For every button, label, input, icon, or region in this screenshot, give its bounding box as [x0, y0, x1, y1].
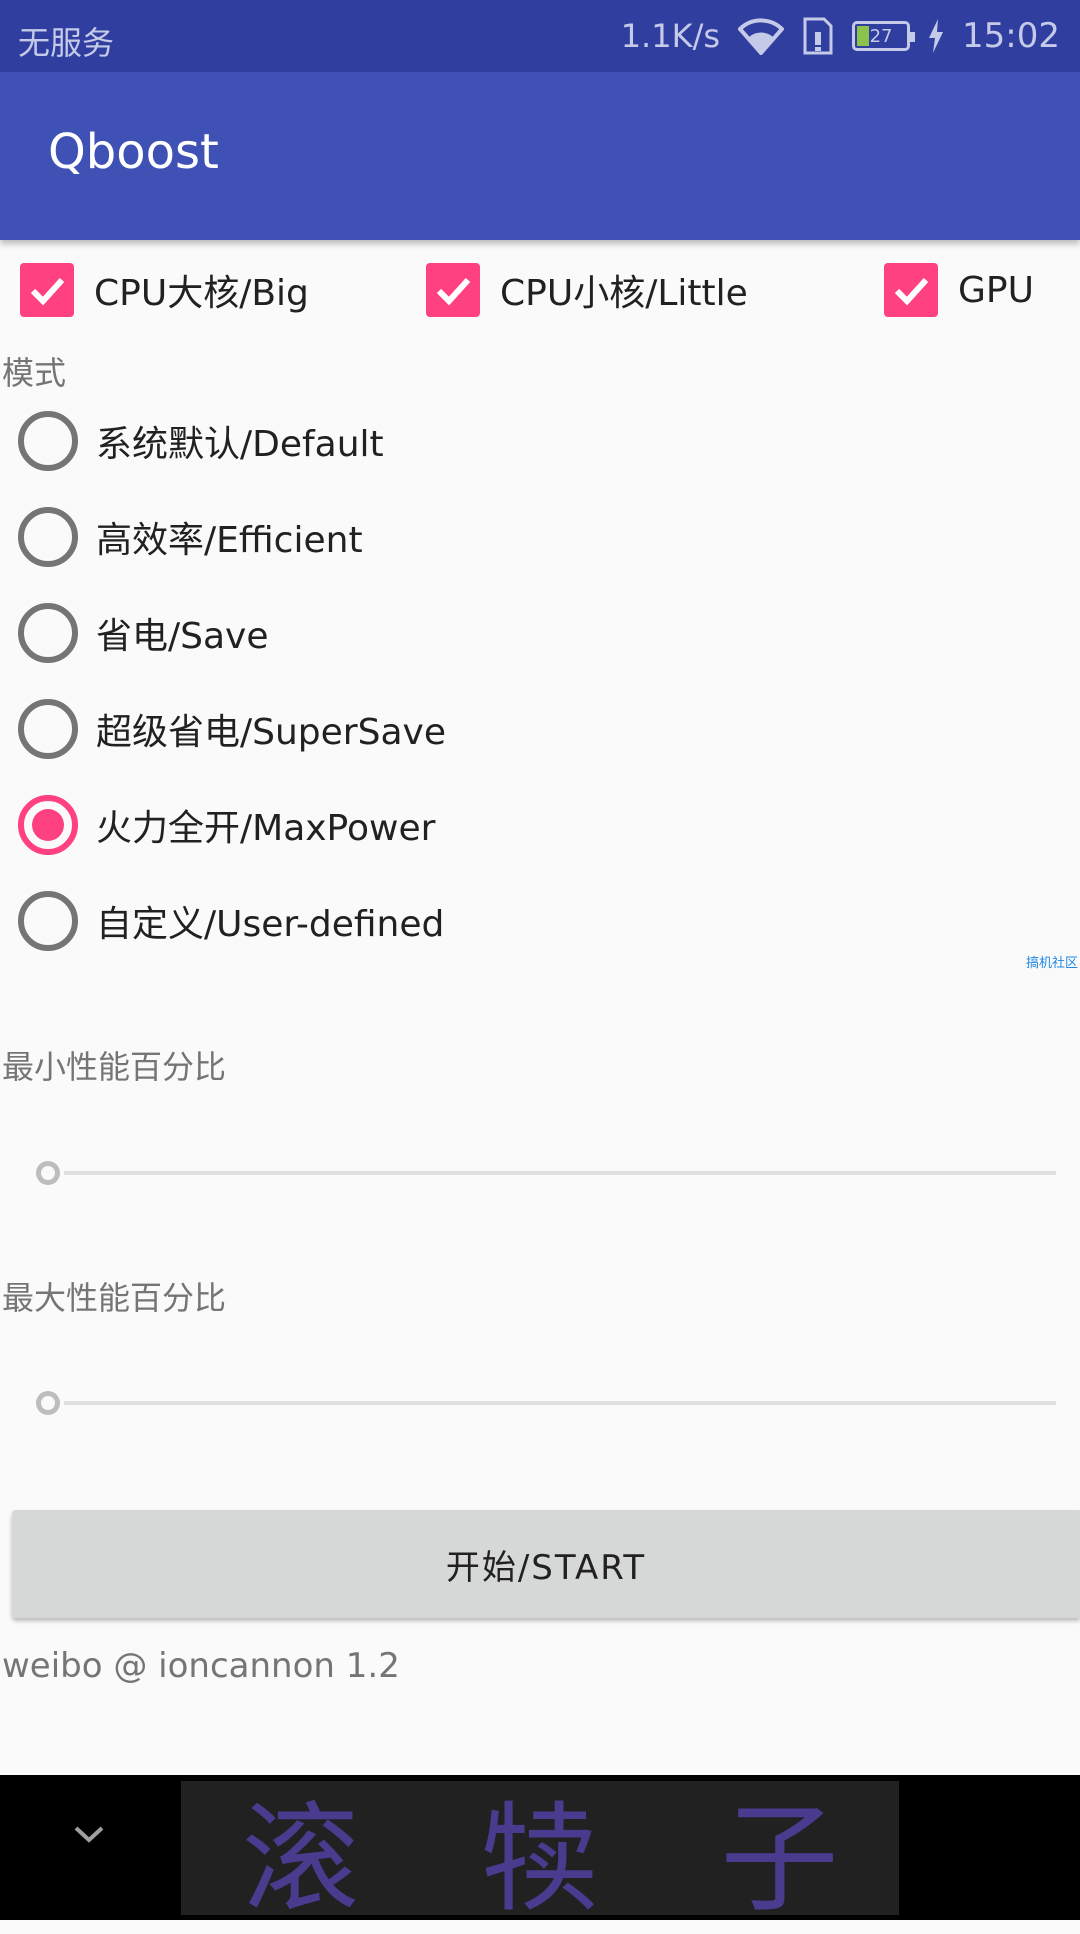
banner-char: 滚	[241, 1789, 360, 1928]
nav-banner: 滚 犊 子	[181, 1781, 899, 1928]
radio-label: 高效率/Efficient	[96, 520, 363, 561]
checkbox-cpu-big[interactable]: CPU大核/Big	[20, 262, 309, 318]
slider-track	[64, 1401, 1056, 1405]
slider-thumb[interactable]	[36, 1161, 60, 1185]
radio-default[interactable]: 系统默认/Default	[18, 411, 384, 471]
checkbox-label: GPU	[958, 269, 1034, 311]
radio-save[interactable]: 省电/Save	[18, 603, 269, 663]
checkbox-label: CPU小核/Little	[500, 273, 748, 314]
watermark: 搞机社区	[1025, 956, 1078, 971]
status-icons: 1.1K/s 27 15:02	[621, 14, 1060, 58]
radio-unchecked-icon	[18, 603, 78, 663]
radio-unchecked-icon	[18, 411, 78, 471]
net-speed: 1.1K/s	[620, 17, 721, 55]
wifi-icon	[738, 18, 785, 55]
charging-icon	[929, 19, 944, 53]
max-perf-label: 最大性能百分比	[2, 1279, 227, 1317]
radio-maxpower[interactable]: 火力全开/MaxPower	[18, 795, 435, 855]
core-checkbox-row: CPU大核/Big CPU小核/Little GPU	[0, 262, 1080, 318]
radio-label: 超级省电/SuperSave	[96, 712, 446, 753]
banner-char: 子	[720, 1789, 839, 1928]
min-perf-slider[interactable]	[34, 1158, 1056, 1188]
sim-icon	[803, 17, 833, 55]
radio-label: 省电/Save	[96, 616, 269, 657]
radio-supersave[interactable]: 超级省电/SuperSave	[18, 699, 446, 759]
checkbox-checked-icon	[426, 263, 480, 317]
battery-icon: 27	[852, 21, 916, 51]
chevron-down-icon[interactable]	[72, 1823, 106, 1845]
radio-unchecked-icon	[18, 507, 78, 567]
footer-credit: weibo @ ioncannon 1.2	[2, 1646, 400, 1686]
slider-thumb[interactable]	[36, 1391, 60, 1415]
radio-efficient[interactable]: 高效率/Efficient	[18, 507, 363, 567]
radio-unchecked-icon	[18, 891, 78, 951]
checkbox-checked-icon	[884, 263, 938, 317]
slider-track	[64, 1171, 1056, 1175]
min-perf-label: 最小性能百分比	[2, 1048, 227, 1086]
checkbox-label: CPU大核/Big	[94, 273, 309, 314]
carrier-text: 无服务	[18, 24, 115, 62]
radio-user-defined[interactable]: 自定义/User-defined	[18, 891, 444, 951]
checkbox-cpu-little[interactable]: CPU小核/Little	[426, 262, 748, 318]
mode-label: 模式	[2, 354, 67, 392]
battery-level: 27	[869, 25, 893, 47]
max-perf-slider[interactable]	[34, 1388, 1056, 1418]
checkbox-checked-icon	[20, 263, 74, 317]
app-bar: Qboost	[0, 72, 1080, 240]
app-title: Qboost	[48, 124, 219, 180]
start-button[interactable]: 开始/START	[12, 1510, 1080, 1618]
radio-label: 自定义/User-defined	[96, 904, 445, 945]
radio-checked-icon	[18, 795, 78, 855]
radio-label: 系统默认/Default	[96, 424, 384, 465]
banner-char: 犊	[480, 1789, 599, 1928]
status-bar: 无服务 1.1K/s 27 15:02	[0, 0, 1080, 72]
radio-label: 火力全开/MaxPower	[96, 808, 436, 849]
clock: 15:02	[962, 16, 1060, 56]
navigation-bar: 滚 犊 子	[0, 1775, 1080, 1928]
radio-unchecked-icon	[18, 699, 78, 759]
checkbox-gpu[interactable]: GPU	[884, 262, 1034, 318]
